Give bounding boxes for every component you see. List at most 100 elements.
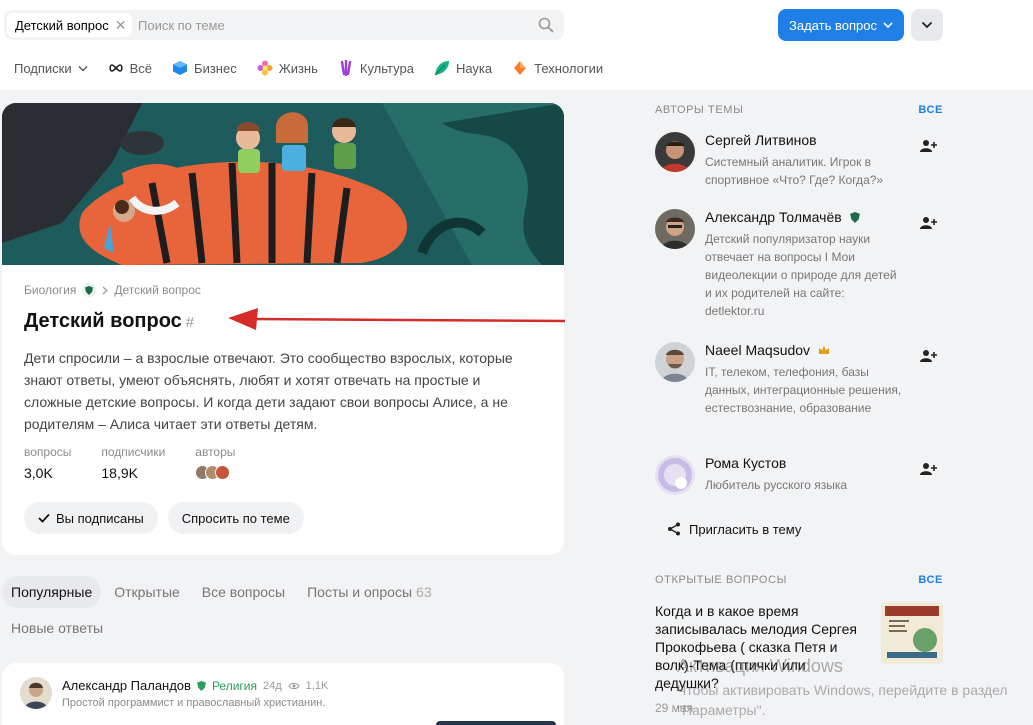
avatar[interactable]: [655, 209, 695, 249]
topic-business[interactable]: Бизнес: [172, 60, 237, 76]
topic-label: Технологии: [534, 60, 604, 76]
avatar: [215, 465, 231, 480]
avatar[interactable]: [655, 132, 695, 172]
crown-icon: [819, 346, 830, 354]
topic-life[interactable]: Жизнь: [257, 60, 318, 76]
community-actions: Вы подписаны Спросить по теме: [24, 502, 304, 534]
ask-topic-button[interactable]: Спросить по теме: [167, 502, 304, 534]
author-name-row: Naeel Maqsudov: [705, 342, 830, 358]
author-name-row: Сергей Литвинов: [705, 132, 817, 148]
add-user-icon[interactable]: [919, 349, 937, 363]
search-icon[interactable]: [538, 17, 554, 33]
search-chip-label: Детский вопрос: [15, 17, 109, 33]
tab-label: Популярные: [11, 584, 93, 600]
post-views: 1,1K: [305, 679, 329, 692]
open-questions-header: ОТКРЫТЫЕ ВОПРОСЫ ВСЕ: [655, 574, 943, 586]
topic-subscriptions[interactable]: Подписки: [14, 61, 88, 76]
author-name[interactable]: Рома Кустов: [705, 455, 786, 471]
stat-label: подписчики: [101, 445, 166, 459]
add-user-icon[interactable]: [919, 462, 937, 476]
all-authors-link[interactable]: ВСЕ: [918, 104, 943, 116]
tab-count: 63: [416, 584, 432, 600]
post-card[interactable]: Александр Паландов Религия 24д 1,1K Прос…: [2, 663, 564, 725]
stat-label: авторы: [195, 445, 236, 459]
add-user-icon[interactable]: [919, 216, 937, 230]
topic-label: Наука: [455, 60, 493, 76]
tabs-row-2: Новые ответы: [2, 612, 562, 644]
authors-section-header: АВТОРЫ ТЕМЫ ВСЕ: [655, 104, 943, 116]
open-question-link[interactable]: Когда и в какое время записывалась мелод…: [655, 602, 870, 692]
verified-shield-icon: [197, 680, 206, 691]
ask-question-button[interactable]: Задать вопрос: [778, 9, 904, 41]
avatar[interactable]: [655, 455, 695, 495]
tab-all-questions[interactable]: Все вопросы: [193, 576, 294, 608]
close-icon[interactable]: ✕: [115, 17, 127, 34]
community-description: Дети спросили – а взрослые отвечают. Это…: [24, 350, 513, 432]
stat-subscribers[interactable]: подписчики 18,9K: [101, 445, 165, 481]
section-title: АВТОРЫ ТЕМЫ: [655, 104, 744, 116]
author-name-row: Рома Кустов: [705, 455, 786, 471]
post-age: 24д: [263, 679, 282, 692]
tab-label: Все вопросы: [201, 584, 286, 600]
topic-technology[interactable]: Технологии: [512, 60, 603, 76]
author-item[interactable]: Naeel Maqsudov IT, телеком, телефония, б…: [655, 342, 943, 434]
tab-popular[interactable]: Популярные: [2, 576, 102, 608]
page-title: Детский вопрос #: [24, 310, 194, 333]
topic-culture[interactable]: Культура: [338, 60, 414, 76]
search-bar[interactable]: Детский вопрос ✕: [4, 10, 564, 40]
author-item[interactable]: Рома Кустов Любитель русского языка: [655, 455, 943, 499]
tab-label: Новые ответы: [11, 620, 104, 636]
topic-label: Жизнь: [278, 60, 318, 76]
topic-label: Культура: [359, 60, 414, 76]
topic-all[interactable]: Всё: [108, 60, 152, 76]
avatar[interactable]: [20, 677, 52, 709]
community-banner-image: [2, 103, 564, 265]
culture-icon: [340, 60, 352, 76]
tab-label: Посты и опросы: [307, 584, 413, 600]
author-item[interactable]: Сергей Литвинов Системный аналитик. Игро…: [655, 132, 943, 187]
chevron-down-icon: [883, 22, 893, 29]
author-name[interactable]: Naeel Maqsudov: [705, 342, 810, 358]
avatar[interactable]: [655, 342, 695, 382]
author-bio: Любитель русского языка: [705, 478, 848, 492]
infinity-icon: [108, 64, 123, 72]
author-name-row: Александр Толмачёв: [705, 209, 860, 225]
stat-label: вопросы: [24, 445, 72, 459]
breadcrumb-current: Детский вопрос: [114, 283, 201, 297]
topic-nav: Подписки Всё Бизнес Жизнь Культура Наука…: [14, 58, 623, 78]
post-topic[interactable]: Религия: [212, 679, 257, 693]
stat-authors[interactable]: авторы: [195, 445, 235, 481]
all-questions-link[interactable]: ВСЕ: [918, 574, 943, 586]
author-bio: Детский популяризатор науки отвечает на …: [705, 232, 897, 318]
author-name[interactable]: Сергей Литвинов: [705, 132, 817, 148]
topic-science[interactable]: Наука: [434, 60, 492, 76]
author-name[interactable]: Александр Толмачёв: [705, 209, 842, 225]
chevron-right-icon: [102, 286, 109, 294]
tab-open[interactable]: Открытые: [105, 576, 189, 608]
diamond-icon: [514, 61, 527, 75]
post-author-bio: Простой программист и православный христ…: [62, 697, 326, 709]
search-topic-chip[interactable]: Детский вопрос ✕: [7, 13, 133, 37]
section-title: ОТКРЫТЫЕ ВОПРОСЫ: [655, 574, 787, 586]
add-user-icon[interactable]: [919, 139, 937, 153]
post-author-name[interactable]: Александр Паландов: [62, 678, 191, 693]
search-input[interactable]: [138, 15, 518, 35]
tab-posts-polls[interactable]: Посты и опросы 63: [298, 576, 441, 608]
breadcrumb-parent[interactable]: Биология: [24, 283, 76, 297]
checkmark-icon: [38, 513, 50, 523]
hash-icon[interactable]: #: [186, 314, 194, 331]
author-item[interactable]: Александр Толмачёв Детский популяризатор…: [655, 209, 943, 319]
subscribed-button[interactable]: Вы подписаны: [24, 502, 158, 534]
ask-question-label: Задать вопрос: [789, 17, 877, 33]
question-tabs: Популярные Открытые Все вопросы Посты и …: [2, 576, 562, 644]
invite-button[interactable]: Пригласить в тему: [655, 514, 813, 544]
author-avatars: [195, 465, 235, 480]
community-stats: вопросы 3,0K подписчики 18,9K авторы: [24, 445, 235, 481]
more-menu-button[interactable]: [911, 9, 943, 41]
top-bar: Детский вопрос ✕ Задать вопрос Подписки …: [0, 0, 1033, 90]
watermark-line: "Параметры".: [677, 702, 766, 718]
verified-shield-icon: [82, 283, 97, 297]
tab-new-answers[interactable]: Новые ответы: [2, 612, 112, 644]
question-thumbnail[interactable]: [881, 602, 943, 664]
stat-questions[interactable]: вопросы 3,0K: [24, 445, 71, 481]
